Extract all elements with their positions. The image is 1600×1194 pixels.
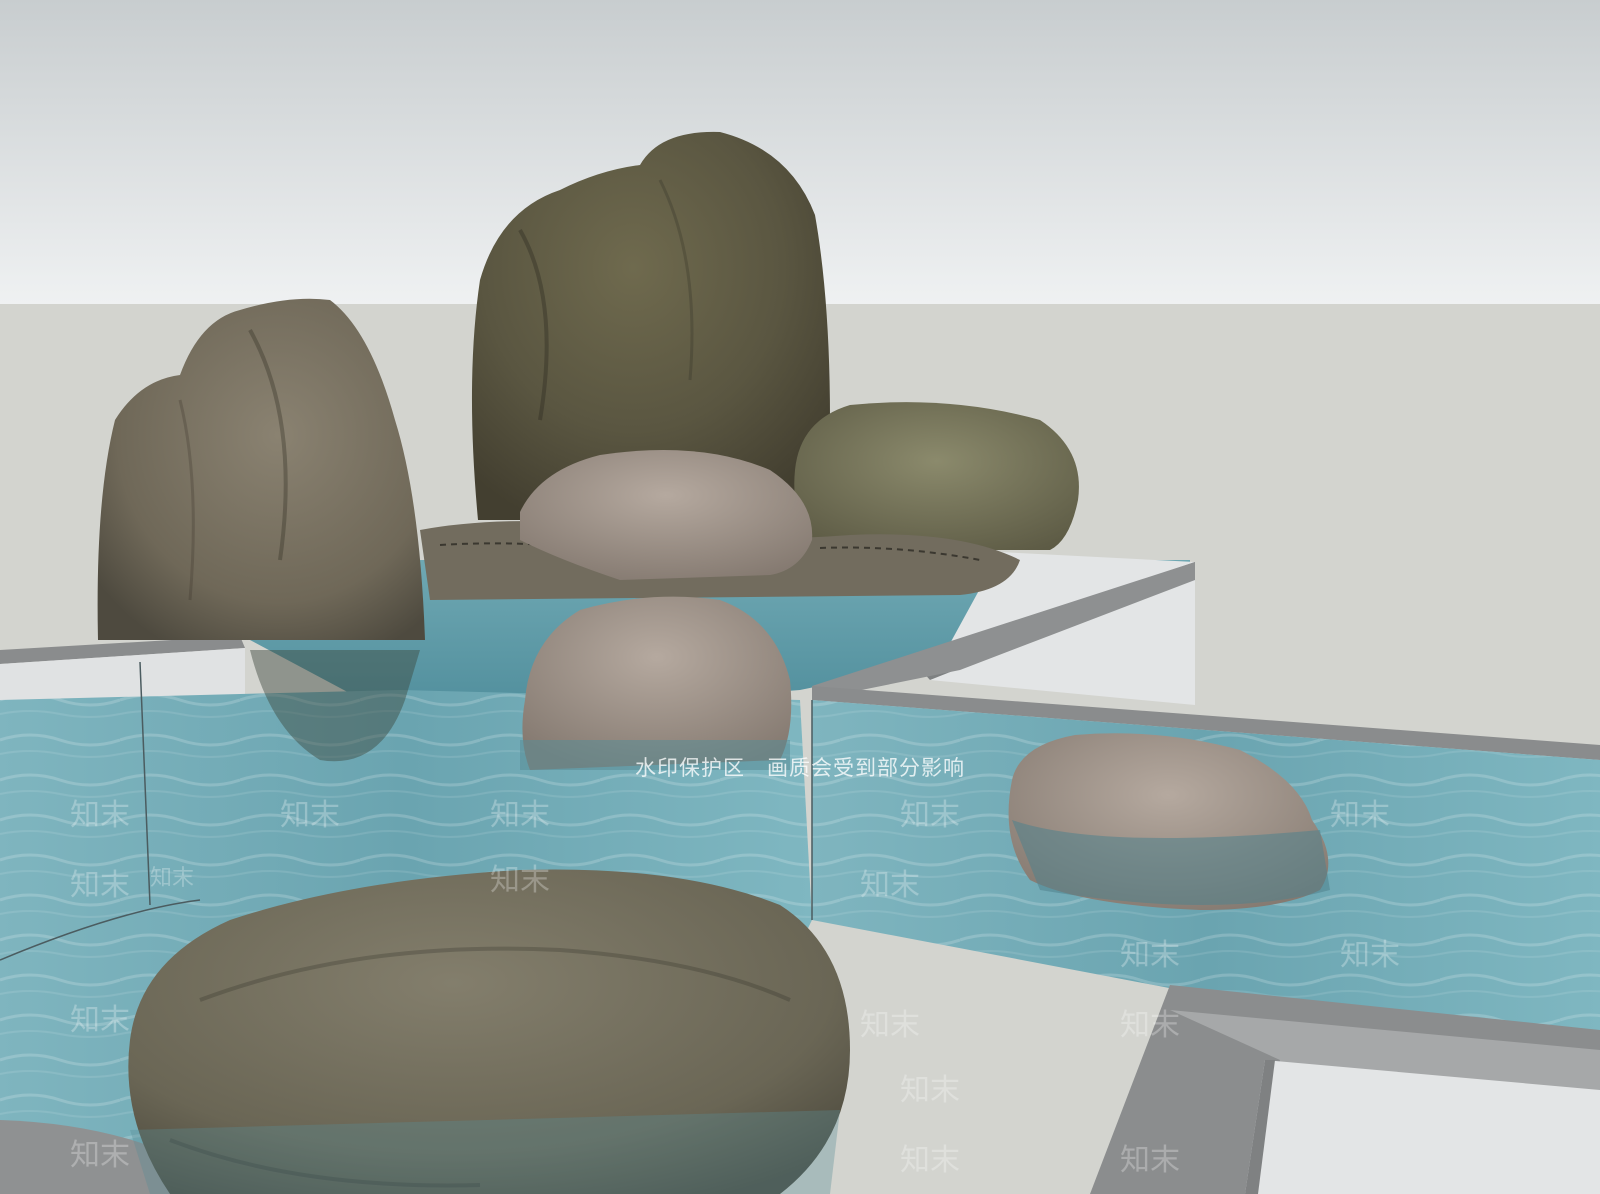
rendered-scene bbox=[0, 0, 1600, 1194]
